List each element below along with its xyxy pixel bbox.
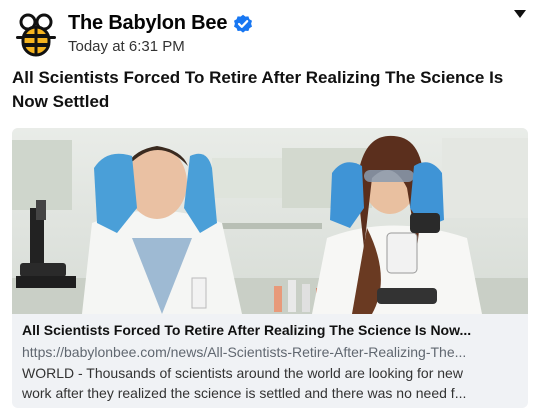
post-timestamp[interactable]: Today at 6:31 PM [68, 38, 185, 55]
link-url[interactable]: https://babylonbee.com/news/All-Scientis… [22, 342, 522, 362]
post-header: The Babylon Bee Today at 6:31 PM [12, 8, 528, 60]
page-name-label[interactable]: The Babylon Bee [68, 12, 227, 35]
link-description: WORLD - Thousands of scientists around t… [22, 363, 522, 403]
bee-logo-icon[interactable] [14, 13, 58, 59]
article-image[interactable] [12, 128, 528, 314]
link-meta: All Scientists Forced To Retire After Re… [22, 320, 522, 403]
post-text: All Scientists Forced To Retire After Re… [12, 68, 504, 111]
chevron-down-icon[interactable] [512, 8, 528, 20]
page-name[interactable]: The Babylon Bee [68, 12, 253, 35]
verified-badge-icon [234, 14, 253, 33]
link-description-line: WORLD - Thousands of scientists around t… [22, 365, 463, 381]
link-description-line: work after they realized the science is … [22, 385, 467, 401]
link-preview-card[interactable]: All Scientists Forced To Retire After Re… [12, 128, 528, 408]
link-title[interactable]: All Scientists Forced To Retire After Re… [22, 320, 522, 340]
